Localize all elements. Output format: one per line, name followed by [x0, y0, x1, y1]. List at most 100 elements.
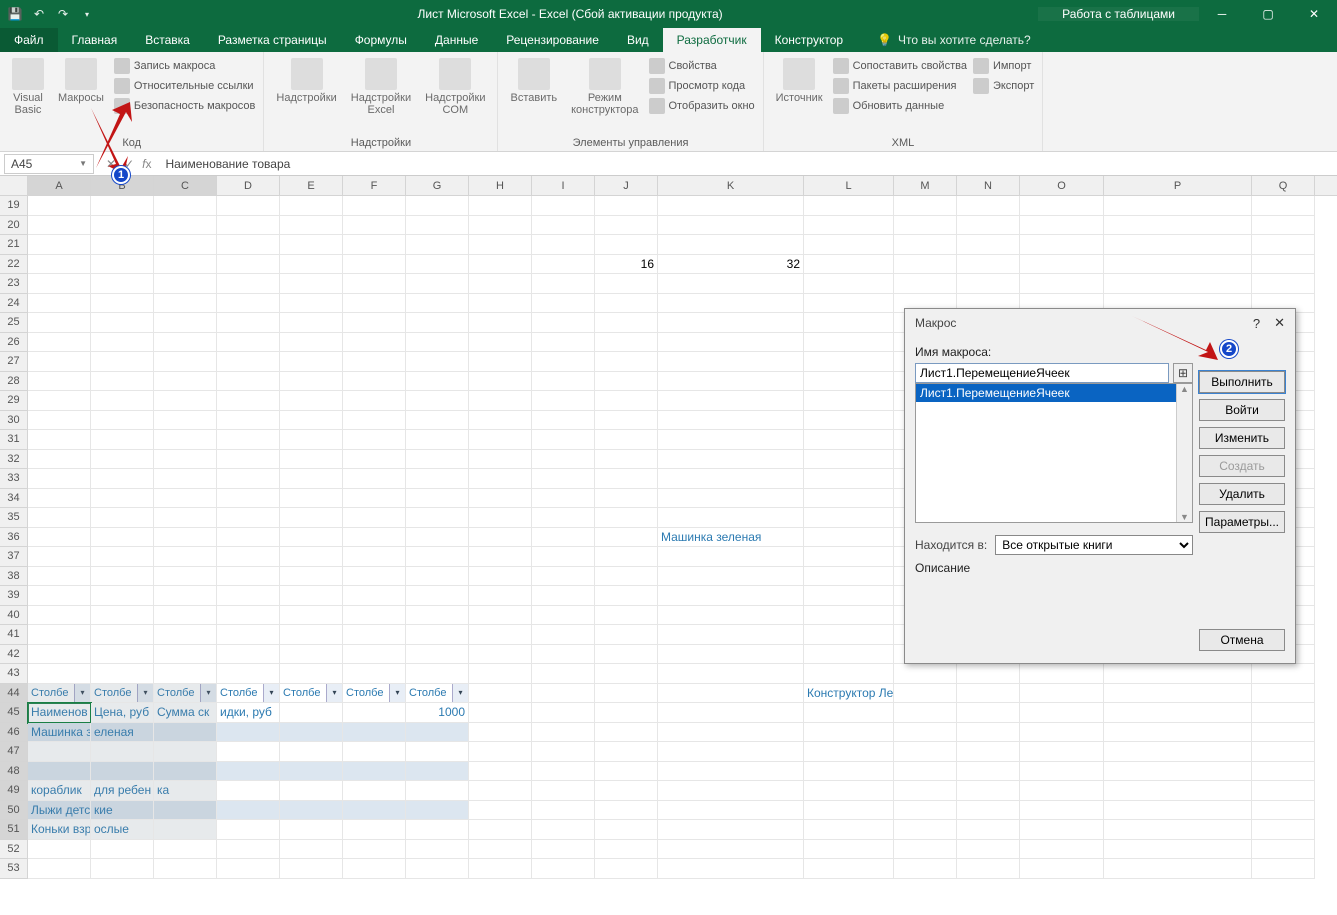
cell[interactable] — [217, 606, 280, 626]
cell[interactable] — [469, 742, 532, 762]
cell[interactable] — [957, 684, 1020, 704]
cell[interactable]: Столбе▾ — [91, 684, 154, 704]
cell[interactable] — [532, 372, 595, 392]
cell[interactable] — [280, 391, 343, 411]
cell[interactable] — [595, 216, 658, 236]
cell[interactable] — [217, 840, 280, 860]
cell[interactable] — [406, 255, 469, 275]
cell[interactable] — [217, 664, 280, 684]
cell[interactable] — [406, 489, 469, 509]
cell[interactable] — [154, 528, 217, 548]
cell[interactable] — [804, 547, 894, 567]
cell[interactable] — [804, 840, 894, 860]
tab-design[interactable]: Конструктор — [761, 28, 857, 52]
cell[interactable] — [804, 430, 894, 450]
row-header[interactable]: 49 — [0, 781, 28, 801]
cell[interactable] — [595, 723, 658, 743]
cell[interactable] — [595, 352, 658, 372]
xml-expansion-packs-button[interactable]: Пакеты расширения — [833, 76, 967, 96]
column-header[interactable]: K — [658, 176, 804, 195]
cell[interactable] — [28, 567, 91, 587]
cell[interactable] — [1252, 664, 1315, 684]
cell[interactable] — [1020, 684, 1104, 704]
column-header[interactable]: N — [957, 176, 1020, 195]
cell[interactable] — [469, 664, 532, 684]
cell[interactable] — [1020, 196, 1104, 216]
cell[interactable] — [406, 781, 469, 801]
cell[interactable] — [595, 274, 658, 294]
cell[interactable] — [217, 274, 280, 294]
cell[interactable] — [280, 723, 343, 743]
cell[interactable]: идки, руб — [217, 703, 280, 723]
tab-data[interactable]: Данные — [421, 28, 492, 52]
column-header[interactable]: I — [532, 176, 595, 195]
row-header[interactable]: 26 — [0, 333, 28, 353]
cell[interactable] — [532, 781, 595, 801]
cell[interactable] — [595, 469, 658, 489]
cell[interactable] — [658, 840, 804, 860]
cell[interactable] — [595, 372, 658, 392]
column-header[interactable]: A — [28, 176, 91, 195]
row-header[interactable]: 44 — [0, 684, 28, 704]
filter-icon[interactable]: ▾ — [200, 684, 216, 703]
cell[interactable] — [154, 352, 217, 372]
filter-icon[interactable]: ▾ — [452, 684, 468, 703]
cell[interactable] — [1252, 762, 1315, 782]
cell[interactable] — [804, 742, 894, 762]
cell[interactable] — [469, 235, 532, 255]
cell[interactable] — [343, 528, 406, 548]
cell[interactable] — [1104, 859, 1252, 879]
cell[interactable]: кие — [91, 801, 154, 821]
cell[interactable] — [154, 469, 217, 489]
cell[interactable] — [28, 586, 91, 606]
cell[interactable] — [658, 625, 804, 645]
cell[interactable] — [658, 391, 804, 411]
cell[interactable] — [28, 430, 91, 450]
cell[interactable]: ослые — [91, 820, 154, 840]
cell[interactable] — [28, 196, 91, 216]
cell[interactable] — [804, 762, 894, 782]
cell[interactable] — [957, 742, 1020, 762]
cell[interactable] — [154, 664, 217, 684]
cell[interactable] — [469, 255, 532, 275]
cell[interactable] — [1020, 859, 1104, 879]
cell[interactable] — [1252, 255, 1315, 275]
cell[interactable]: 1000 — [406, 703, 469, 723]
redo-icon[interactable]: ↷ — [54, 5, 72, 23]
cell[interactable] — [469, 216, 532, 236]
row-header[interactable]: 28 — [0, 372, 28, 392]
cell[interactable] — [1104, 723, 1252, 743]
cell[interactable] — [406, 313, 469, 333]
cell[interactable] — [280, 703, 343, 723]
cell[interactable] — [406, 372, 469, 392]
cell[interactable] — [658, 547, 804, 567]
view-code-button[interactable]: Просмотр кода — [649, 76, 755, 96]
cell[interactable] — [532, 196, 595, 216]
row-header[interactable]: 29 — [0, 391, 28, 411]
cell[interactable] — [280, 274, 343, 294]
cell[interactable] — [658, 703, 804, 723]
run-button[interactable]: Выполнить — [1199, 371, 1285, 393]
cell[interactable] — [469, 820, 532, 840]
cell[interactable] — [532, 255, 595, 275]
cell[interactable] — [532, 450, 595, 470]
filter-icon[interactable]: ▾ — [137, 684, 153, 703]
cell[interactable] — [217, 235, 280, 255]
cell[interactable] — [280, 625, 343, 645]
cell[interactable] — [1252, 274, 1315, 294]
cell[interactable] — [957, 820, 1020, 840]
cell[interactable] — [406, 196, 469, 216]
tab-view[interactable]: Вид — [613, 28, 663, 52]
cell[interactable]: ка — [154, 781, 217, 801]
cell[interactable] — [532, 664, 595, 684]
cell[interactable] — [595, 489, 658, 509]
row-header[interactable]: 51 — [0, 820, 28, 840]
cell[interactable] — [343, 586, 406, 606]
cell[interactable] — [658, 567, 804, 587]
record-macro-button[interactable]: Запись макроса — [114, 56, 256, 76]
cell[interactable] — [217, 391, 280, 411]
row-header[interactable]: 48 — [0, 762, 28, 782]
save-icon[interactable]: 💾 — [6, 5, 24, 23]
filter-icon[interactable]: ▾ — [326, 684, 342, 703]
cell[interactable] — [280, 781, 343, 801]
